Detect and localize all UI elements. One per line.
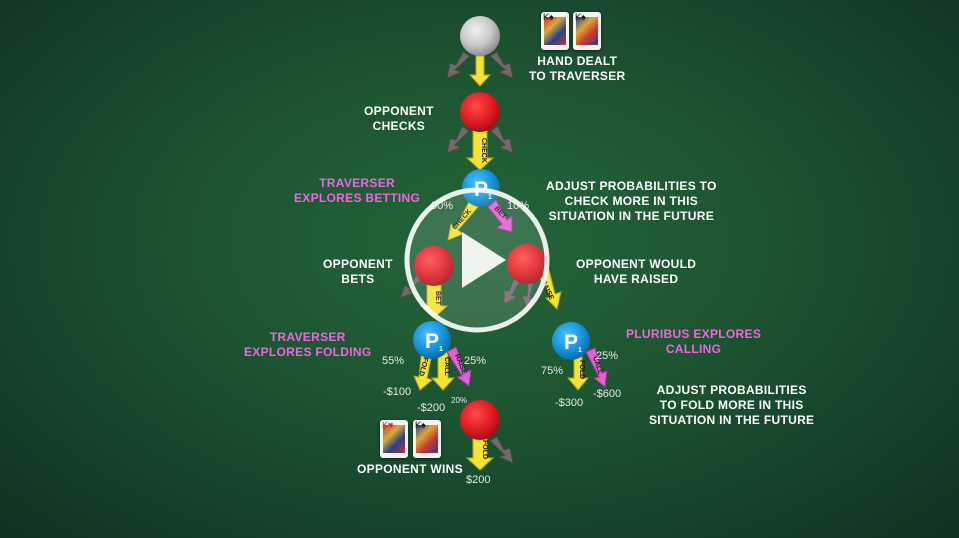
video-frame: CHECK CHECK BET BET RAISE FOLD CALL RAIS… [0,0,959,538]
hand-dealt-label: HAND DEALT TO TRAVERSER [529,54,626,83]
traverser-card-1: K♠ [541,12,569,50]
call-percentage-left: 20% [451,396,468,405]
fold-amount-right: -$300 [555,397,584,409]
card-label-top-1: K♠ [543,12,554,22]
opponent-card-1: K♥ [380,420,408,458]
call-action-label-1: CALL [443,357,450,376]
opponent-checks-label: OPPONENT CHECKS [364,104,434,133]
opponent-bets-label: OPPONENT BETS [323,257,393,286]
player-symbol-3: P [564,331,578,354]
start-node [460,16,500,56]
player-subscript-2: 1 [439,346,443,353]
fold-action-label-2: FOLD [578,360,585,379]
traverser-card-2: K♠ [573,12,601,50]
fold-action-label-3: FOLD [481,440,488,459]
player-subscript-3: 1 [578,347,582,354]
opponent-node-checks [460,92,500,132]
opponent-would-have-raised-label: OPPONENT WOULD HAVE RAISED [576,257,697,286]
play-button[interactable] [402,185,552,335]
call-amount-right: -$600 [593,388,622,400]
opponent-wins-amount: $200 [466,474,491,486]
adjust-fold-label: ADJUST PROBABILITIES TO FOLD MORE IN THI… [649,383,815,427]
raise-percentage-left: 25% [464,355,487,367]
check-action-label-1: CHECK [480,138,487,163]
call-percentage-right: 25% [596,350,619,362]
card-label-bottom-2: K♠ [415,420,426,430]
fold-percentage-right: 75% [541,365,564,377]
card-label-top-2: K♠ [575,12,586,22]
fold-percentage-left: 55% [382,355,405,367]
call-amount-left: -$200 [417,402,446,414]
opponent-card-2: K♠ [413,420,441,458]
adjust-check-label: ADJUST PROBABILITIES TO CHECK MORE IN TH… [546,179,717,223]
traverser-explores-folding-label: TRAVERSER EXPLORES FOLDING [244,330,372,359]
fold-amount-left: -$100 [383,386,412,398]
pluribus-explores-calling-label: PLURIBUS EXPLORES CALLING [626,327,762,356]
card-label-bottom-1: K♥ [382,420,394,430]
opponent-wins-label: OPPONENT WINS [357,462,463,476]
